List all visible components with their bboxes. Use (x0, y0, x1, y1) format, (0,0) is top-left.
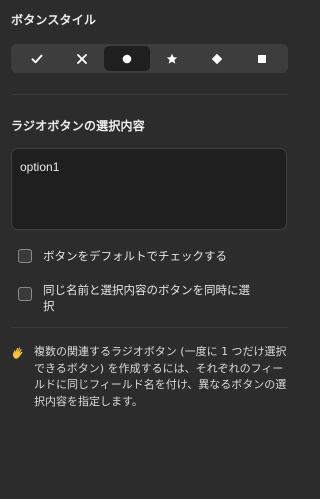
info-note: 複数の関連するラジオボタン (一度に 1 つだけ選択できるボタン) を作成するに… (11, 344, 288, 410)
section-divider (11, 94, 288, 95)
star-icon (166, 53, 178, 64)
radio-value-input[interactable]: option1 (11, 148, 287, 230)
circle-icon (122, 54, 132, 63)
radio-button-properties-panel: ボタンスタイル ラジオボタンの選択内容 option1 ボタンをデフォルトでチェ… (0, 0, 307, 499)
diamond-icon (212, 53, 223, 64)
style-check-button[interactable] (14, 46, 59, 71)
default-checked-checkbox[interactable] (18, 249, 32, 263)
default-checked-label: ボタンをデフォルトでチェックする (43, 249, 227, 263)
section-divider (11, 327, 288, 328)
check-icon (31, 54, 43, 63)
radio-value-text: option1 (20, 160, 60, 174)
button-style-title: ボタンスタイル (11, 13, 97, 27)
select-in-unison-option[interactable]: 同じ名前と選択内容のボタンを同時に選択 (18, 282, 261, 314)
style-square-button[interactable] (240, 46, 285, 71)
button-style-segmented-control (11, 44, 288, 73)
default-checked-option[interactable]: ボタンをデフォルトでチェックする (18, 248, 261, 264)
info-text: 複数の関連するラジオボタン (一度に 1 つだけ選択できるボタン) を作成するに… (34, 345, 287, 408)
cross-icon (76, 53, 87, 64)
select-in-unison-checkbox[interactable] (18, 287, 32, 301)
square-icon (258, 54, 267, 63)
style-circle-button[interactable] (104, 46, 150, 71)
waving-hand-icon (12, 347, 23, 359)
style-diamond-button[interactable] (195, 46, 240, 71)
radio-value-title: ラジオボタンの選択内容 (11, 119, 145, 133)
style-cross-button[interactable] (59, 46, 104, 71)
select-in-unison-label: 同じ名前と選択内容のボタンを同時に選択 (43, 283, 250, 313)
style-star-button[interactable] (150, 46, 195, 71)
